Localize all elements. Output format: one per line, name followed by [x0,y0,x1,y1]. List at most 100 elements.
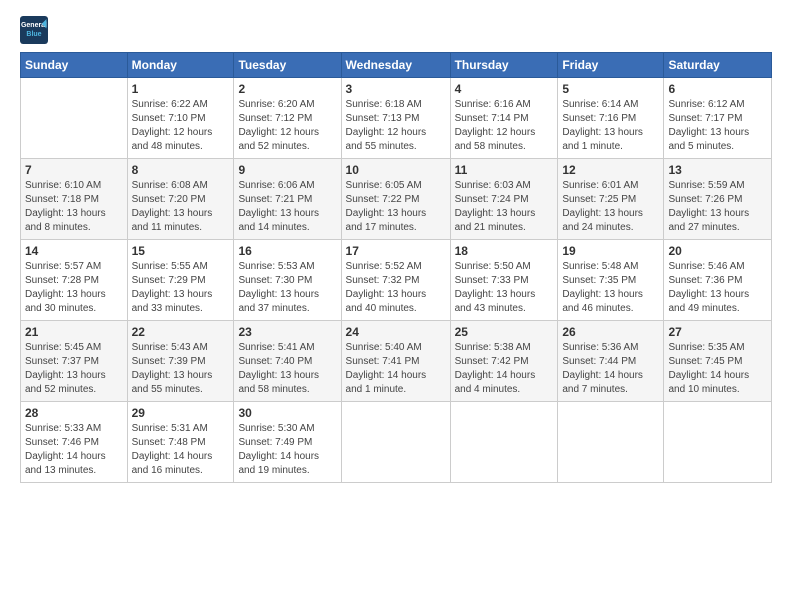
day-number: 24 [346,325,446,339]
calendar-cell: 22 Sunrise: 5:43 AMSunset: 7:39 PMDayligh… [127,321,234,402]
calendar-cell: 9Sunrise: 6:06 AMSunset: 7:21 PMDaylight… [234,159,341,240]
day-number: 12 [562,163,659,177]
weekday-header-friday: Friday [558,53,664,78]
calendar-cell [341,402,450,483]
day-info: Sunrise: 5:59 AMSunset: 7:26 PMDaylight:… [668,179,767,235]
calendar-cell: 23 Sunrise: 5:41 AMSunset: 7:40 PMDayligh… [234,321,341,402]
calendar-cell [450,402,558,483]
day-info: Sunrise: 6:12 AMSunset: 7:17 PMDaylight:… [668,98,767,154]
day-info: Sunrise: 5:36 AMSunset: 7:44 PMDaylight:… [562,341,659,397]
day-info: Sunrise: 5:57 AMSunset: 7:28 PMDaylight:… [25,260,123,316]
calendar-cell: 20 Sunrise: 5:46 AMSunset: 7:36 PMDayligh… [664,240,772,321]
day-number: 10 [346,163,446,177]
day-info: Sunrise: 5:48 AMSunset: 7:35 PMDaylight:… [562,260,659,316]
day-number: 22 [132,325,230,339]
day-info: Sunrise: 5:40 AMSunset: 7:41 PMDaylight:… [346,341,446,397]
day-number: 20 [668,244,767,258]
day-number: 2 [238,82,336,96]
day-number: 4 [455,82,554,96]
weekday-header-sunday: Sunday [21,53,128,78]
day-number: 14 [25,244,123,258]
calendar-cell: 1Sunrise: 6:22 AMSunset: 7:10 PMDaylight… [127,78,234,159]
day-info: Sunrise: 6:22 AMSunset: 7:10 PMDaylight:… [132,98,230,154]
calendar-cell: 25Sunrise: 5:38 AMSunset: 7:42 PMDayligh… [450,321,558,402]
logo-icon: General Blue [20,16,48,44]
calendar-cell: 14 Sunrise: 5:57 AMSunset: 7:28 PMDayligh… [21,240,128,321]
day-number: 5 [562,82,659,96]
day-info: Sunrise: 6:20 AMSunset: 7:12 PMDaylight:… [238,98,336,154]
day-number: 17 [346,244,446,258]
calendar-week-1: 1Sunrise: 6:22 AMSunset: 7:10 PMDaylight… [21,78,772,159]
day-info: Sunrise: 5:50 AMSunset: 7:33 PMDaylight:… [455,260,554,316]
calendar-cell [664,402,772,483]
day-info: Sunrise: 6:03 AMSunset: 7:24 PMDaylight:… [455,179,554,235]
day-number: 6 [668,82,767,96]
day-info: Sunrise: 5:45 AMSunset: 7:37 PMDaylight:… [25,341,123,397]
day-info: Sunrise: 6:18 AMSunset: 7:13 PMDaylight:… [346,98,446,154]
day-number: 25 [455,325,554,339]
weekday-header-thursday: Thursday [450,53,558,78]
day-info: Sunrise: 6:01 AMSunset: 7:25 PMDaylight:… [562,179,659,235]
day-info: Sunrise: 6:10 AMSunset: 7:18 PMDaylight:… [25,179,123,235]
day-info: Sunrise: 5:33 AMSunset: 7:46 PMDaylight:… [25,422,123,478]
calendar-cell: 18 Sunrise: 5:50 AMSunset: 7:33 PMDayligh… [450,240,558,321]
calendar-week-3: 14 Sunrise: 5:57 AMSunset: 7:28 PMDayligh… [21,240,772,321]
day-number: 18 [455,244,554,258]
day-number: 28 [25,406,123,420]
calendar-cell [21,78,128,159]
day-number: 3 [346,82,446,96]
calendar-cell: 26 Sunrise: 5:36 AMSunset: 7:44 PMDayligh… [558,321,664,402]
day-info: Sunrise: 6:08 AMSunset: 7:20 PMDaylight:… [132,179,230,235]
day-info: Sunrise: 5:46 AMSunset: 7:36 PMDaylight:… [668,260,767,316]
calendar-cell: 12 Sunrise: 6:01 AMSunset: 7:25 PMDayligh… [558,159,664,240]
day-info: Sunrise: 5:55 AMSunset: 7:29 PMDaylight:… [132,260,230,316]
calendar-cell: 28 Sunrise: 5:33 AMSunset: 7:46 PMDayligh… [21,402,128,483]
weekday-header-tuesday: Tuesday [234,53,341,78]
day-number: 21 [25,325,123,339]
calendar-cell: 5Sunrise: 6:14 AMSunset: 7:16 PMDaylight… [558,78,664,159]
calendar-cell: 21 Sunrise: 5:45 AMSunset: 7:37 PMDayligh… [21,321,128,402]
calendar-cell: 3 Sunrise: 6:18 AMSunset: 7:13 PMDaylight… [341,78,450,159]
calendar-cell: 17 Sunrise: 5:52 AMSunset: 7:32 PMDayligh… [341,240,450,321]
calendar-page: General Blue SundayMondayTuesdayWednesda… [0,0,792,499]
day-number: 16 [238,244,336,258]
calendar-cell: 13Sunrise: 5:59 AMSunset: 7:26 PMDayligh… [664,159,772,240]
weekday-header-saturday: Saturday [664,53,772,78]
calendar-cell: 8Sunrise: 6:08 AMSunset: 7:20 PMDaylight… [127,159,234,240]
day-info: Sunrise: 5:41 AMSunset: 7:40 PMDaylight:… [238,341,336,397]
svg-text:Blue: Blue [26,31,41,38]
calendar-cell: 29Sunrise: 5:31 AMSunset: 7:48 PMDayligh… [127,402,234,483]
calendar-week-5: 28 Sunrise: 5:33 AMSunset: 7:46 PMDayligh… [21,402,772,483]
calendar-table: SundayMondayTuesdayWednesdayThursdayFrid… [20,52,772,483]
calendar-week-2: 7Sunrise: 6:10 AMSunset: 7:18 PMDaylight… [21,159,772,240]
weekday-header-wednesday: Wednesday [341,53,450,78]
calendar-week-4: 21 Sunrise: 5:45 AMSunset: 7:37 PMDayligh… [21,321,772,402]
weekday-header-monday: Monday [127,53,234,78]
header: General Blue [20,16,772,44]
calendar-cell: 27Sunrise: 5:35 AMSunset: 7:45 PMDayligh… [664,321,772,402]
day-number: 27 [668,325,767,339]
day-number: 11 [455,163,554,177]
day-info: Sunrise: 6:16 AMSunset: 7:14 PMDaylight:… [455,98,554,154]
day-info: Sunrise: 5:52 AMSunset: 7:32 PMDaylight:… [346,260,446,316]
calendar-cell: 11 Sunrise: 6:03 AMSunset: 7:24 PMDayligh… [450,159,558,240]
day-info: Sunrise: 5:31 AMSunset: 7:48 PMDaylight:… [132,422,230,478]
calendar-cell: 15 Sunrise: 5:55 AMSunset: 7:29 PMDayligh… [127,240,234,321]
day-info: Sunrise: 5:43 AMSunset: 7:39 PMDaylight:… [132,341,230,397]
calendar-cell: 30 Sunrise: 5:30 AMSunset: 7:49 PMDayligh… [234,402,341,483]
day-number: 15 [132,244,230,258]
weekday-header-row: SundayMondayTuesdayWednesdayThursdayFrid… [21,53,772,78]
day-info: Sunrise: 5:53 AMSunset: 7:30 PMDaylight:… [238,260,336,316]
calendar-cell: 4 Sunrise: 6:16 AMSunset: 7:14 PMDaylight… [450,78,558,159]
day-info: Sunrise: 5:30 AMSunset: 7:49 PMDaylight:… [238,422,336,478]
day-number: 26 [562,325,659,339]
calendar-cell: 16 Sunrise: 5:53 AMSunset: 7:30 PMDayligh… [234,240,341,321]
day-info: Sunrise: 6:05 AMSunset: 7:22 PMDaylight:… [346,179,446,235]
calendar-cell [558,402,664,483]
day-number: 23 [238,325,336,339]
day-number: 19 [562,244,659,258]
calendar-cell: 6 Sunrise: 6:12 AMSunset: 7:17 PMDaylight… [664,78,772,159]
calendar-header: SundayMondayTuesdayWednesdayThursdayFrid… [21,53,772,78]
day-number: 30 [238,406,336,420]
logo: General Blue [20,16,52,44]
